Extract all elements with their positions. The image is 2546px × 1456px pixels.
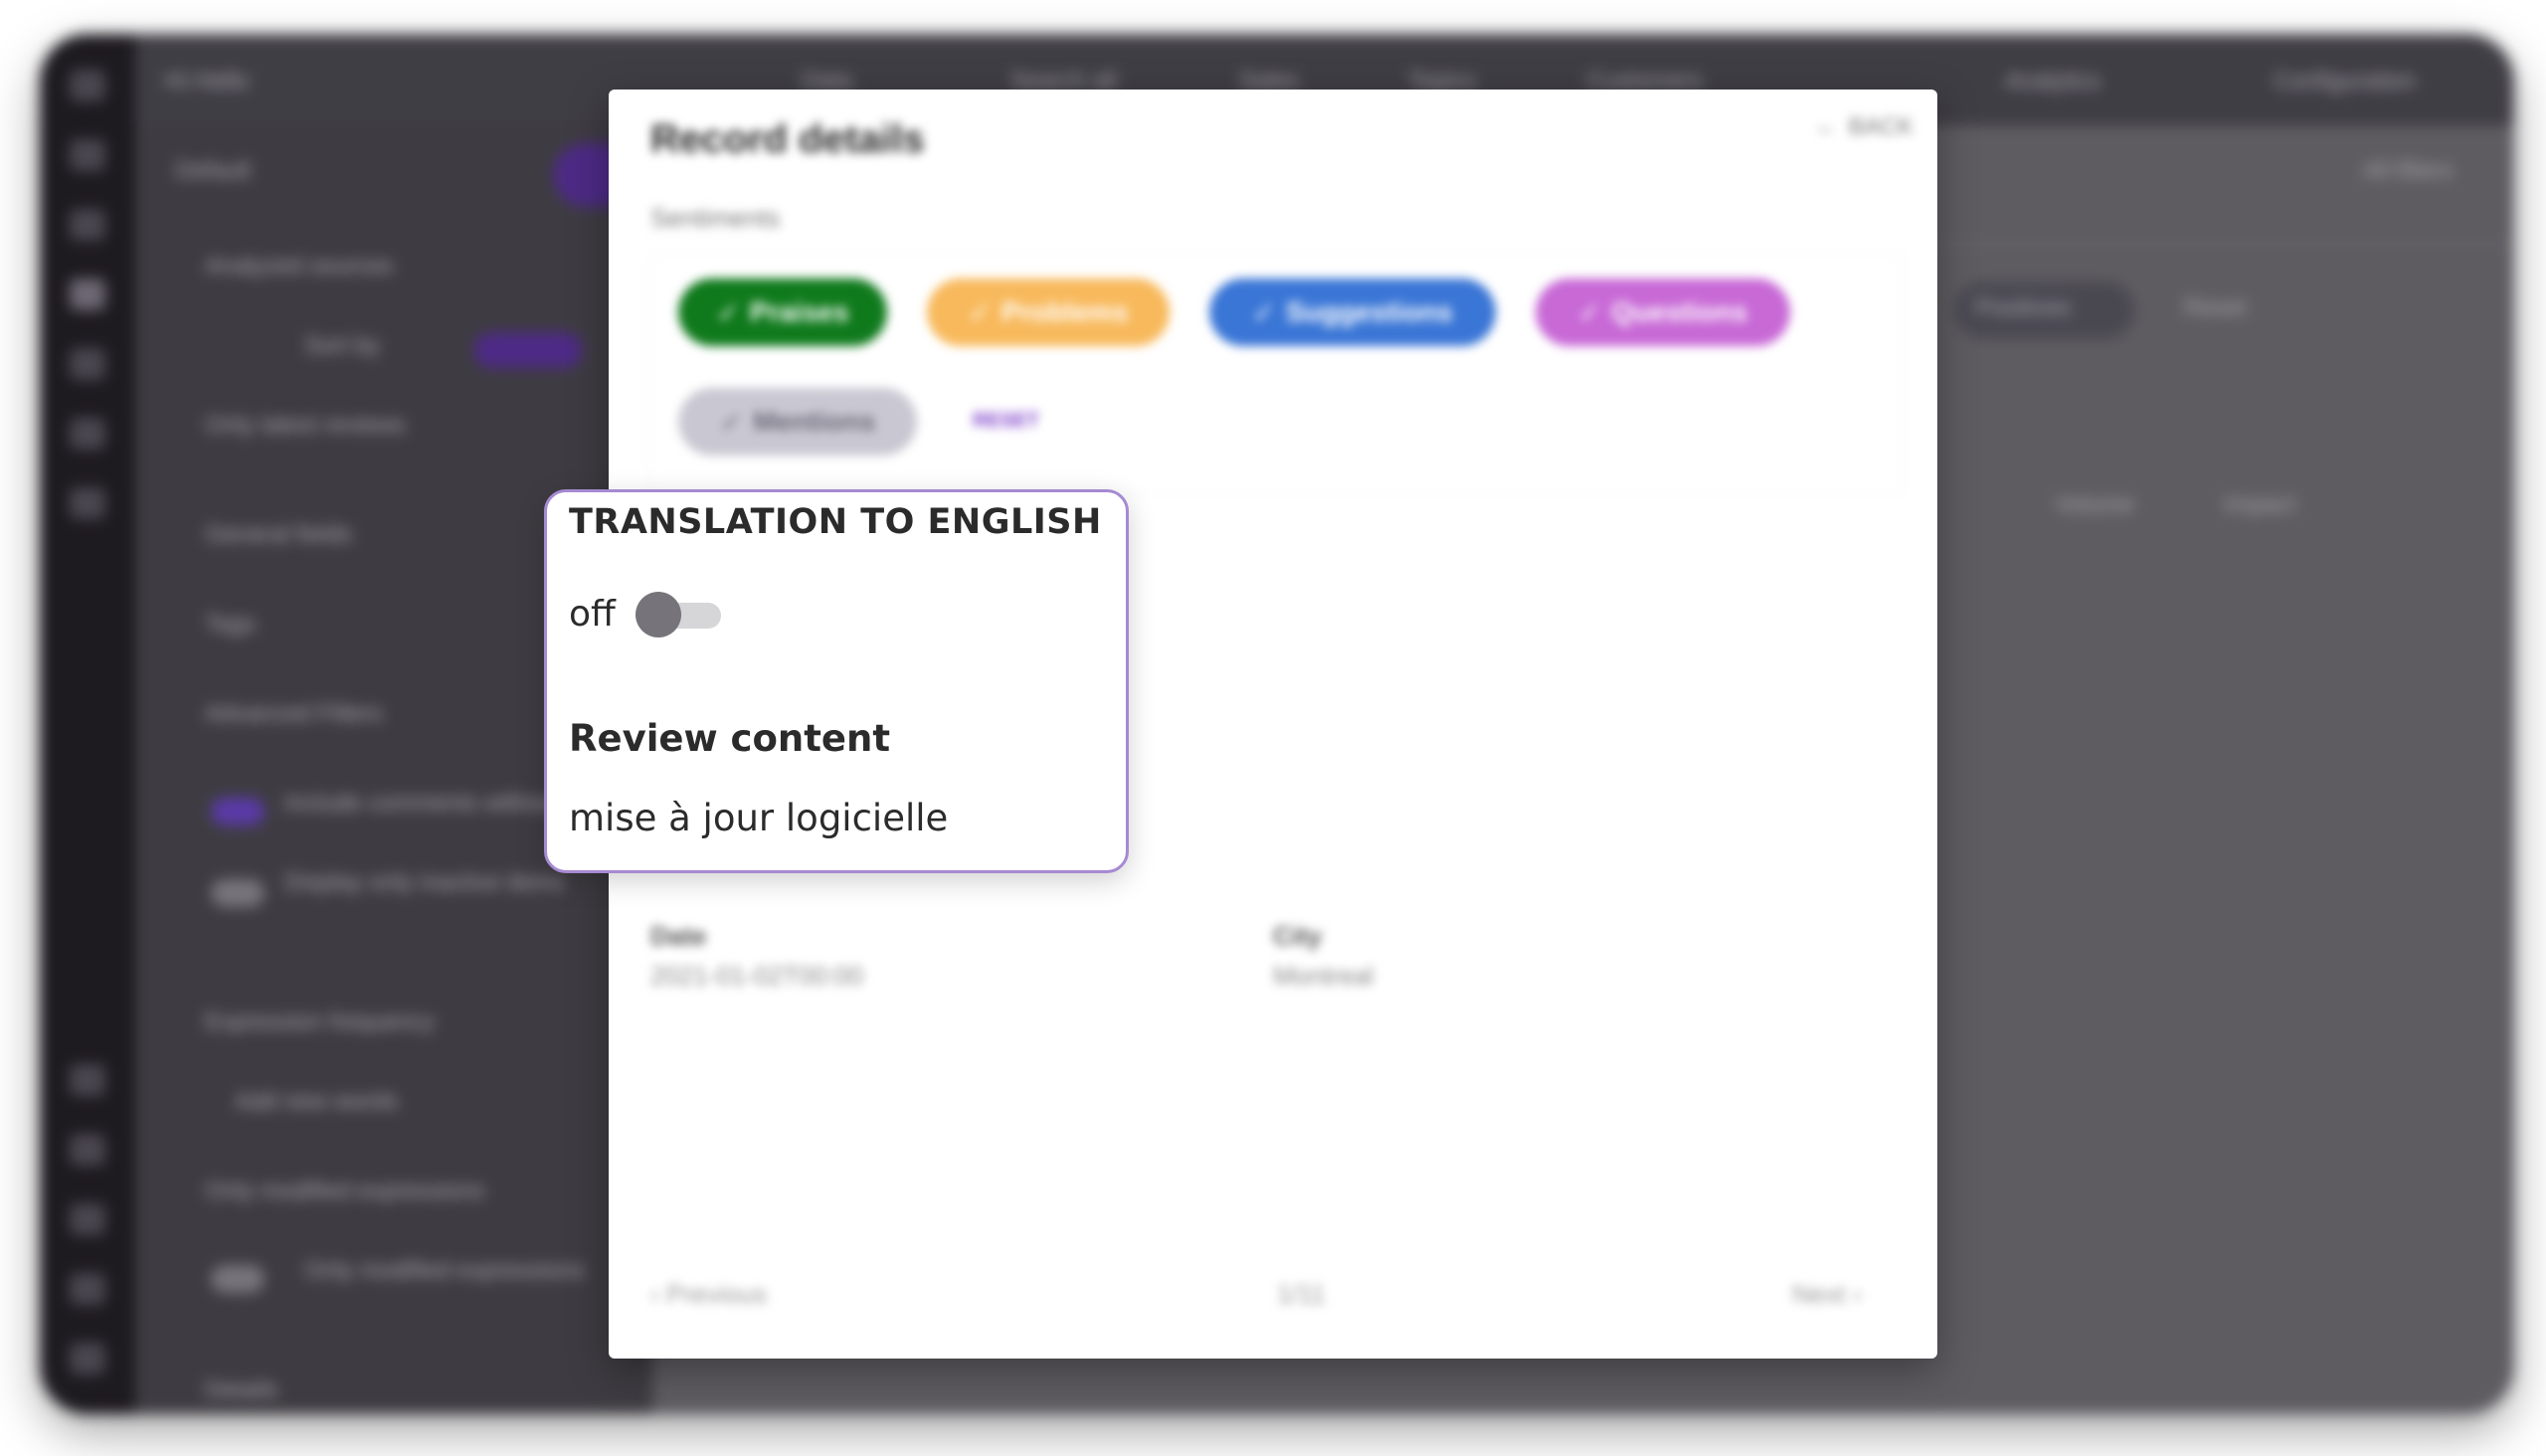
sidebar-item[interactable]: Expression frequency [205, 1008, 435, 1036]
sidebar-item[interactable]: Display only inactive items [284, 869, 564, 897]
logo-icon [70, 70, 105, 101]
help-icon[interactable] [70, 1064, 105, 1096]
dashboard-icon[interactable] [70, 139, 105, 171]
chart-icon[interactable] [70, 278, 105, 310]
sidebar-item[interactable]: General fields [205, 521, 352, 549]
chip-label: Suggestions [1285, 296, 1453, 327]
chip-label: Questions [1611, 296, 1748, 327]
tag-icon[interactable] [70, 418, 105, 450]
page-indicator: 1/11 [1277, 1279, 1326, 1309]
chip-problems[interactable]: ✓ Problems [927, 278, 1170, 346]
sidebar-item[interactable]: Add new words [235, 1088, 398, 1116]
chip-label: Mentions [753, 406, 876, 437]
check-icon: ✓ [1577, 296, 1602, 328]
workspace-label[interactable]: Hi Hello [165, 68, 249, 95]
translation-toggle-row: off [569, 592, 721, 637]
sidebar-item[interactable]: Details [205, 1376, 277, 1404]
chip-label: Problems [1000, 296, 1129, 327]
bell-icon[interactable] [70, 1203, 105, 1235]
check-icon: ✓ [968, 296, 992, 328]
sidebar-item[interactable]: Only modified expressions [205, 1178, 484, 1205]
nav-item[interactable]: Configuration [2273, 68, 2416, 95]
chip-suggestions[interactable]: ✓ Suggestions [1209, 278, 1496, 346]
field-label-date: Date [650, 921, 707, 951]
chip-questions[interactable]: ✓ Questions [1536, 278, 1790, 346]
sort-pill[interactable] [473, 332, 583, 368]
toggle-modified-expressions[interactable] [211, 1265, 265, 1293]
toggle-include-comments[interactable] [211, 798, 265, 825]
check-icon: ✓ [1252, 296, 1276, 328]
translation-heading: TRANSLATION TO ENGLISH [569, 502, 1102, 542]
modal-title: Record details [650, 117, 925, 161]
toggle-knob [635, 592, 681, 637]
check-icon: ✓ [719, 406, 744, 438]
sidebar-item: Analyzed sources [205, 253, 394, 279]
back-button-label: BACK [1848, 113, 1913, 140]
sidebar-item[interactable]: Advanced Filters [205, 700, 383, 728]
folder-icon[interactable] [70, 209, 105, 241]
next-button[interactable]: Next › [1792, 1279, 1861, 1310]
translation-toggle[interactable] [635, 592, 721, 637]
settings-icon[interactable] [70, 487, 105, 519]
user-icon[interactable] [70, 1134, 105, 1166]
review-content-text: mise à jour logicielle [569, 797, 949, 839]
chevron-right-icon: › [1852, 1279, 1862, 1309]
field-value-date: 2021-01-02T00:00 [650, 961, 863, 991]
field-value-city: Montreal [1273, 961, 1374, 991]
chip-mentions[interactable]: ✓ Mentions [678, 388, 917, 455]
nav-item[interactable]: Analytics [2005, 68, 2100, 95]
toggle-state-label: off [569, 593, 616, 635]
all-filters-link[interactable]: All filters [2363, 157, 2454, 185]
toggle-inactive-items[interactable] [211, 879, 265, 907]
arrow-left-icon: ← [1814, 113, 1839, 140]
reset-link[interactable]: RESET [973, 410, 1039, 433]
icon-rail [40, 34, 135, 1414]
next-label: Next [1792, 1279, 1846, 1309]
chip-label: Praises [749, 296, 849, 327]
positives-tab-label: Positives [1975, 294, 2072, 321]
logout-icon[interactable] [70, 1343, 105, 1374]
back-button[interactable]: ← BACK [1815, 113, 1913, 141]
check-icon: ✓ [716, 296, 740, 328]
chevron-left-icon: ‹ [650, 1279, 659, 1309]
chip-praises[interactable]: ✓ Praises [678, 278, 887, 346]
filter-select[interactable]: Default [175, 157, 251, 185]
gear-icon[interactable] [70, 1273, 105, 1305]
sidebar-item: Sort by [304, 332, 381, 359]
sidebar-item[interactable]: Only modified expressions [304, 1257, 584, 1285]
sidebar-item[interactable]: Only latest reviews [205, 412, 405, 440]
reset-tab[interactable]: Reset [2184, 294, 2247, 322]
table-header: Volume [2055, 491, 2135, 518]
review-content-heading: Review content [569, 717, 891, 760]
field-label-city: City [1273, 921, 1323, 951]
sidebar-item[interactable]: Tags [205, 611, 256, 638]
sentiments-label: Sentiments [650, 203, 781, 233]
translation-popover: TRANSLATION TO ENGLISH off Review conten… [544, 489, 1129, 873]
table-header: Impact [2224, 491, 2296, 518]
previous-label: Previous [665, 1279, 768, 1309]
previous-button[interactable]: ‹ Previous [650, 1279, 767, 1310]
message-icon[interactable] [70, 348, 105, 380]
